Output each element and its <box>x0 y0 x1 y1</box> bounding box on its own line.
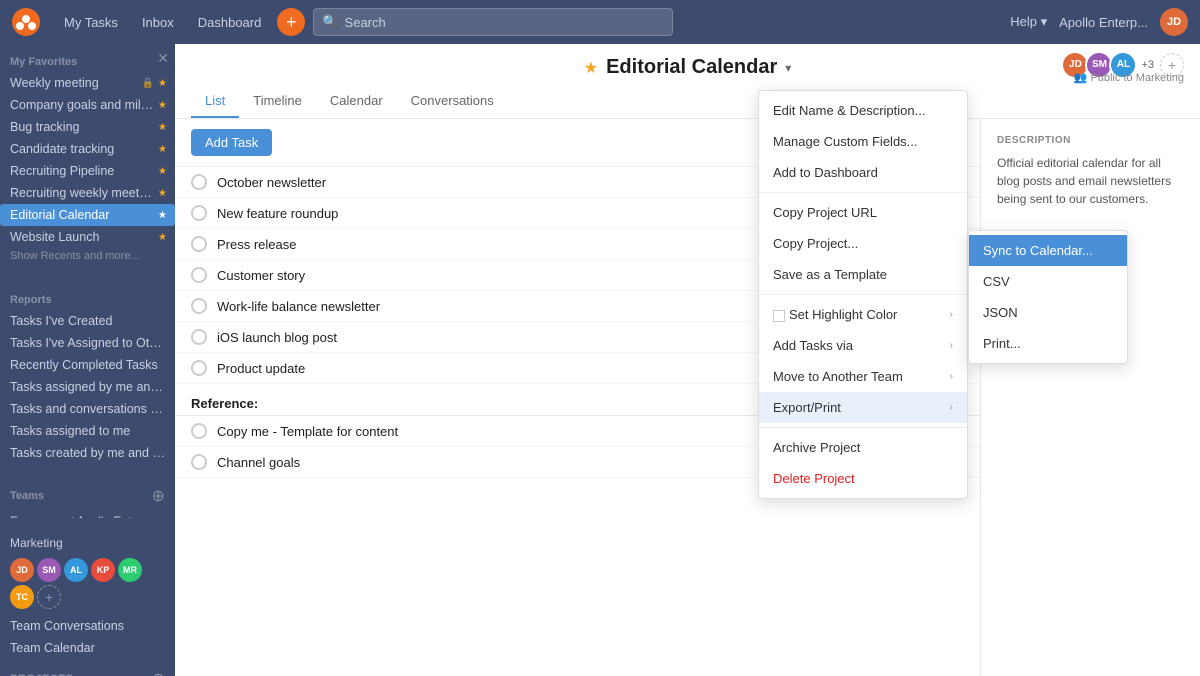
menu-item-export-print[interactable]: Export/Print › <box>759 392 967 423</box>
menu-item-copy-project[interactable]: Copy Project... <box>759 228 967 259</box>
menu-divider-3 <box>759 427 967 428</box>
menu-divider-1 <box>759 192 967 193</box>
menu-item-highlight-color[interactable]: Set Highlight Color › <box>759 299 967 330</box>
menu-item-move-team[interactable]: Move to Another Team › <box>759 361 967 392</box>
submenu-item-sync-calendar[interactable]: Sync to Calendar... <box>969 235 1127 266</box>
menu-item-delete-project[interactable]: Delete Project <box>759 463 967 494</box>
menu-item-add-dashboard[interactable]: Add to Dashboard <box>759 157 967 188</box>
menu-item-highlight-label: Set Highlight Color <box>773 307 897 322</box>
add-tasks-arrow-icon: › <box>950 340 953 351</box>
menu-divider-2 <box>759 294 967 295</box>
menu-item-edit-name[interactable]: Edit Name & Description... <box>759 95 967 126</box>
submenu-item-print[interactable]: Print... <box>969 328 1127 359</box>
export-print-submenu: Sync to Calendar... CSV JSON Print... <box>968 230 1128 364</box>
highlight-checkbox <box>773 310 785 322</box>
submenu-item-json[interactable]: JSON <box>969 297 1127 328</box>
submenu-item-csv[interactable]: CSV <box>969 266 1127 297</box>
export-print-arrow-icon: › <box>950 402 953 413</box>
menu-item-manage-fields[interactable]: Manage Custom Fields... <box>759 126 967 157</box>
dropdown-menu: Edit Name & Description... Manage Custom… <box>758 90 968 499</box>
menu-item-copy-url[interactable]: Copy Project URL <box>759 197 967 228</box>
highlight-arrow-icon: › <box>950 309 953 320</box>
menu-item-save-template[interactable]: Save as a Template <box>759 259 967 290</box>
menu-item-add-tasks-via[interactable]: Add Tasks via › <box>759 330 967 361</box>
menu-item-archive-project[interactable]: Archive Project <box>759 432 967 463</box>
move-team-arrow-icon: › <box>950 371 953 382</box>
